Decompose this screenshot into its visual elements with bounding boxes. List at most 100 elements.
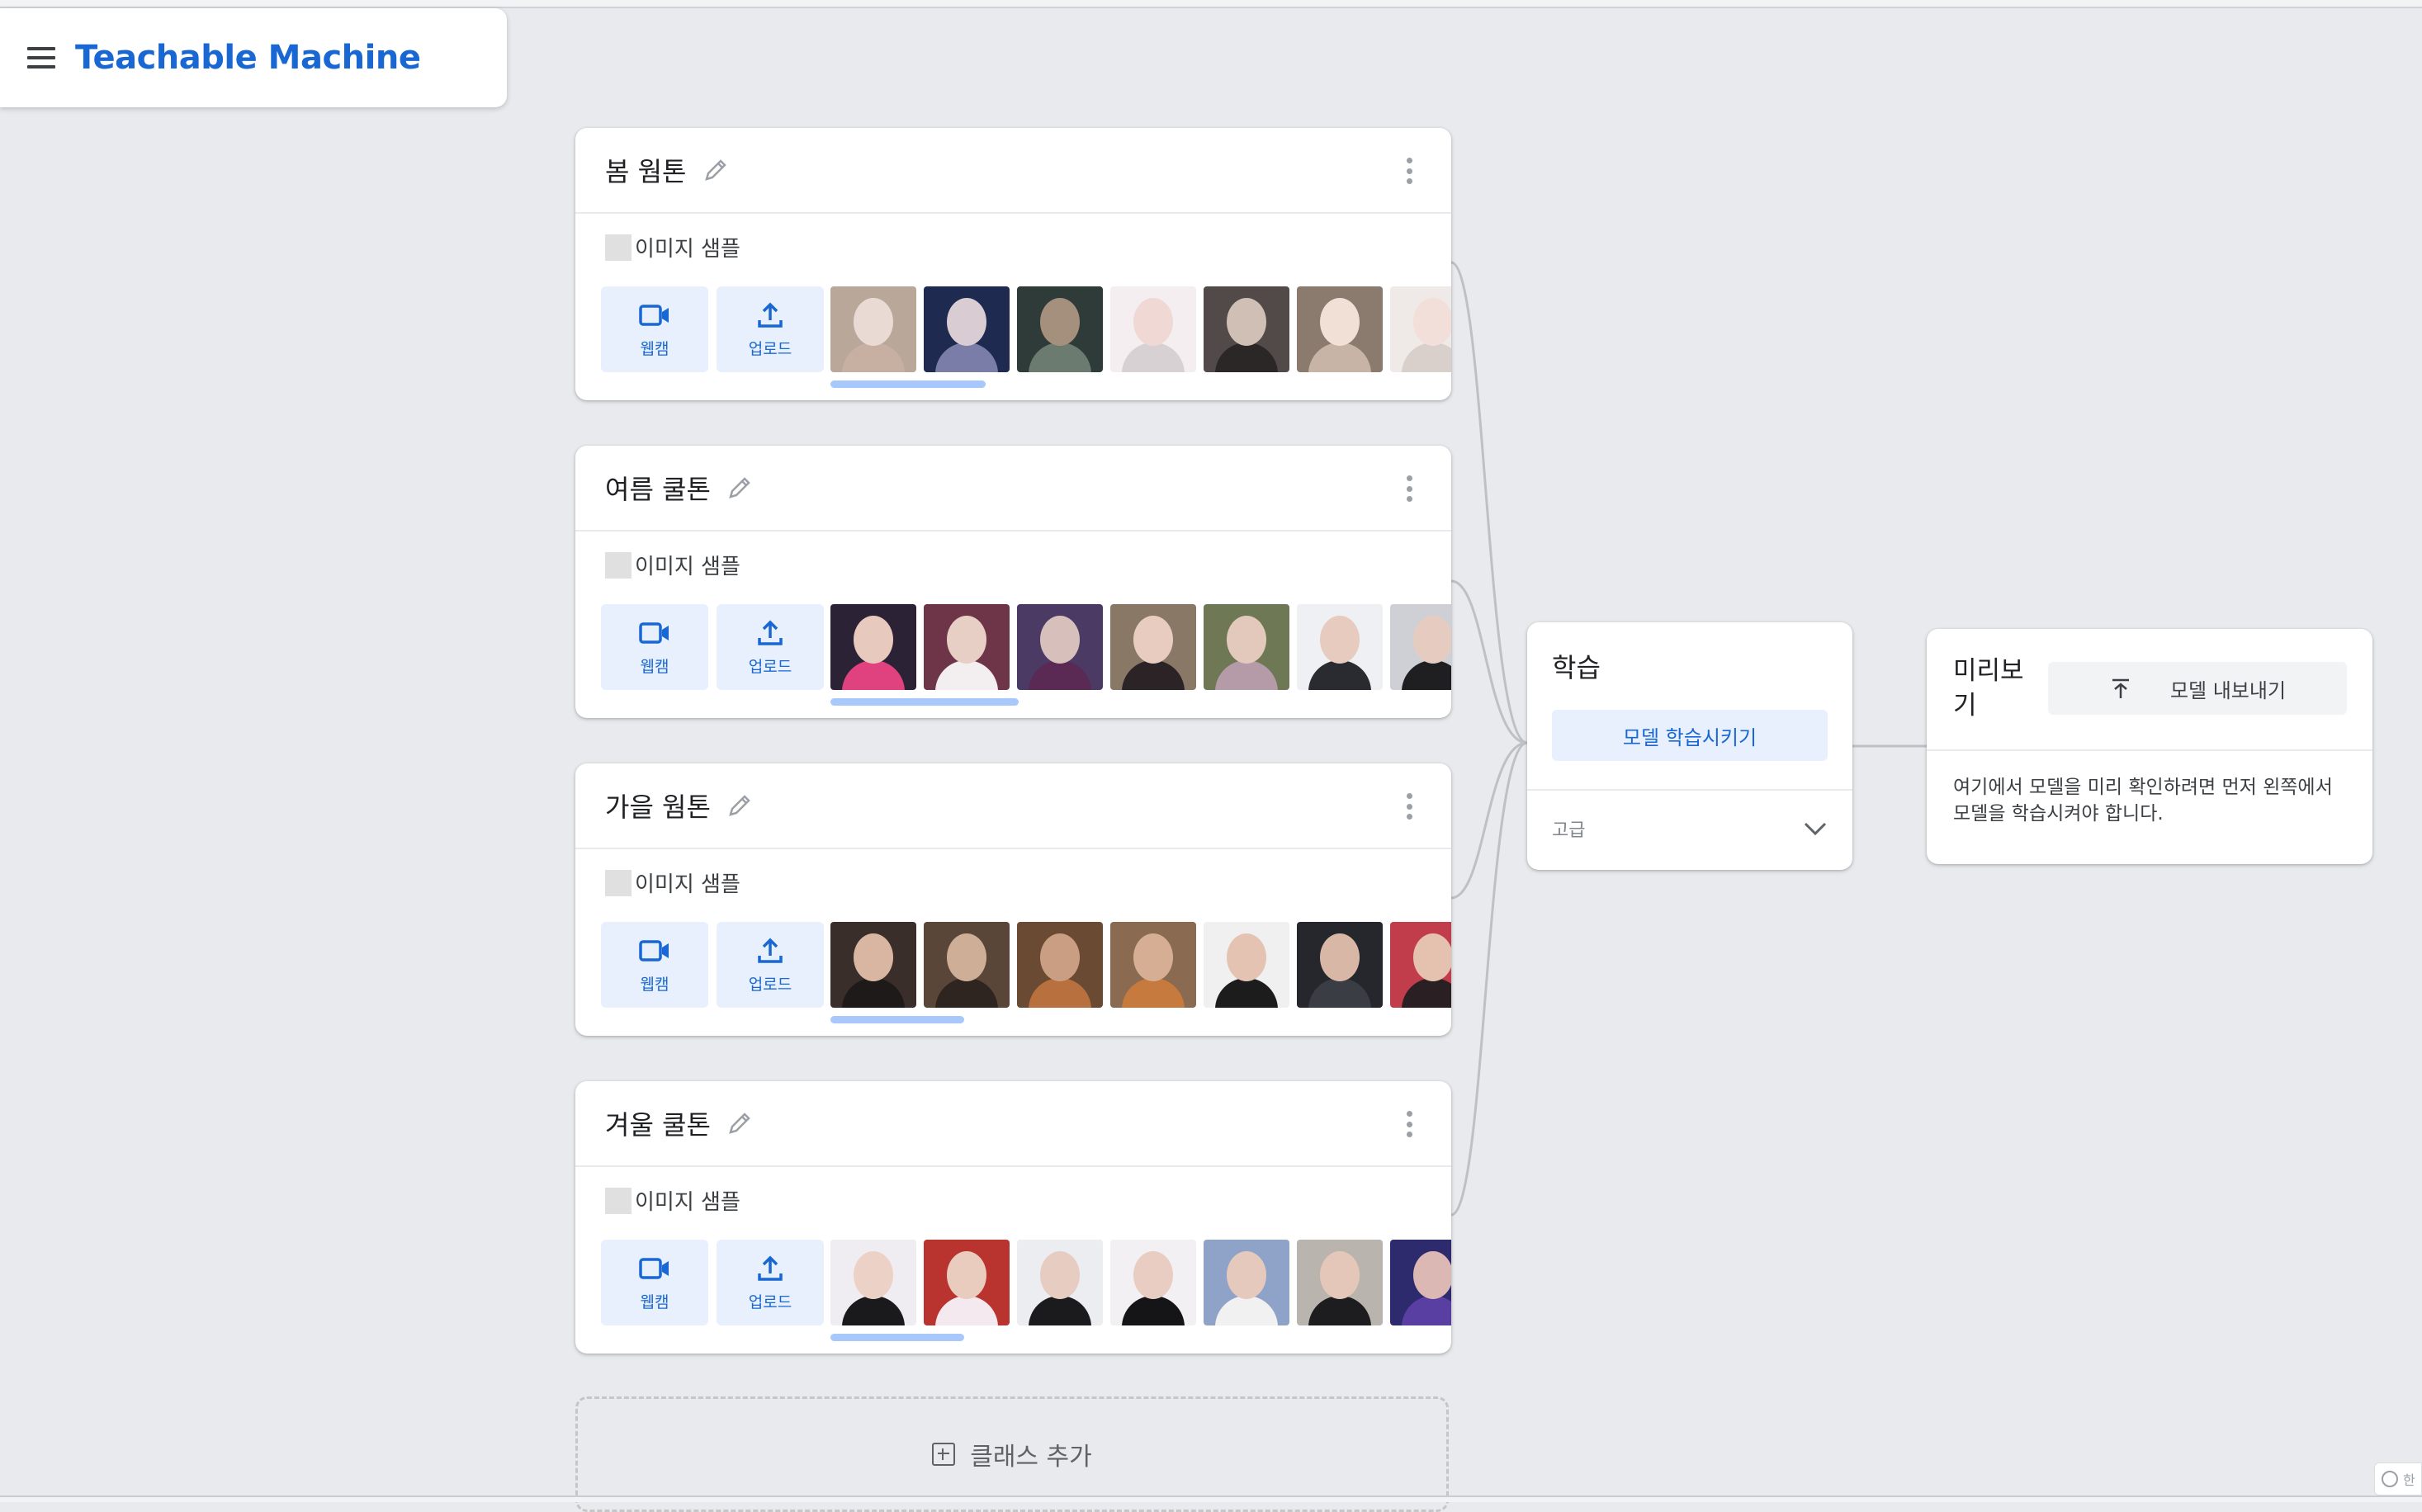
sample-image-thumbnail[interactable] [830, 286, 916, 372]
webcam-label: 웹캠 [640, 1292, 669, 1311]
thumb-shape [1215, 978, 1278, 1008]
upload-button[interactable]: 업로드 [717, 1240, 824, 1325]
sample-image-thumbnail[interactable] [1204, 286, 1289, 372]
upload-icon [758, 938, 783, 963]
class-name[interactable]: 봄 웜톤 [605, 151, 687, 189]
class-name[interactable]: 여름 쿨톤 [605, 469, 711, 507]
sample-image-thumbnail[interactable] [830, 922, 916, 1008]
thumb-shape [854, 933, 893, 981]
sample-image-thumbnail[interactable] [924, 1240, 1010, 1325]
webcam-button[interactable]: 웹캠 [601, 922, 708, 1008]
sample-image-thumbnail[interactable] [1110, 286, 1196, 372]
sample-image-thumbnail[interactable] [1390, 1240, 1451, 1325]
class-name[interactable]: 겨울 쿨톤 [605, 1104, 711, 1142]
class-name[interactable]: 가을 웜톤 [605, 787, 711, 825]
webcam-button[interactable]: 웹캠 [601, 604, 708, 690]
thumb-shape [1040, 616, 1080, 664]
training-title: 학습 [1552, 652, 1601, 683]
more-vert-icon[interactable] [1407, 793, 1415, 820]
videocam-icon [639, 304, 669, 326]
add-class-button[interactable]: 클래스 추가 [575, 1396, 1449, 1512]
image-samples-text: 이미지 샘플 [635, 872, 740, 897]
image-samples-label: 이미지 샘플 [605, 232, 740, 262]
more-vert-icon[interactable] [1407, 1111, 1415, 1137]
thumb-shape [1133, 1251, 1173, 1299]
thumb-shape [1029, 978, 1091, 1008]
sample-image-thumbnail[interactable] [924, 922, 1010, 1008]
thumb-shape [1320, 1251, 1360, 1299]
thumb-shape [1413, 1251, 1451, 1299]
export-model-label: 모델 내보내기 [2169, 678, 2287, 702]
sample-image-thumbnail[interactable] [1297, 922, 1383, 1008]
thumb-shape [935, 660, 998, 690]
webcam-button[interactable]: 웹캠 [601, 286, 708, 372]
sample-image-thumbnail[interactable] [1204, 1240, 1289, 1325]
more-vert-icon[interactable] [1407, 158, 1415, 184]
sample-image-thumbnail[interactable] [1017, 604, 1103, 690]
upload-button[interactable]: 업로드 [717, 922, 824, 1008]
class-card-header: 여름 쿨톤 [575, 446, 1451, 532]
thumb-shape [1040, 298, 1080, 346]
thumb-shape [1227, 298, 1266, 346]
sample-count-placeholder [605, 551, 632, 579]
thumb-shape [842, 660, 905, 690]
thumb-shape [1402, 343, 1451, 372]
sample-image-thumbnail[interactable] [1017, 1240, 1103, 1325]
sample-thumbnail-strip [830, 286, 1451, 372]
class-card: 여름 쿨톤 이미지 샘플 웹캠 업로드 [575, 446, 1451, 718]
thumbnail-scrollbar[interactable] [830, 1334, 964, 1341]
sample-image-thumbnail[interactable] [1390, 286, 1451, 372]
sample-image-thumbnail[interactable] [830, 604, 916, 690]
sample-image-thumbnail[interactable] [1297, 604, 1383, 690]
sample-image-thumbnail[interactable] [1017, 286, 1103, 372]
thumbnail-scrollbar[interactable] [830, 380, 986, 388]
edit-pencil-icon[interactable] [726, 474, 754, 502]
upload-button[interactable]: 업로드 [717, 604, 824, 690]
sample-image-thumbnail[interactable] [924, 286, 1010, 372]
edit-pencil-icon[interactable] [702, 156, 730, 184]
sample-image-thumbnail[interactable] [1110, 1240, 1196, 1325]
thumb-shape [1227, 616, 1266, 664]
webcam-label: 웹캠 [640, 339, 669, 358]
sample-image-thumbnail[interactable] [1017, 922, 1103, 1008]
thumb-shape [1402, 1296, 1451, 1325]
thumb-shape [1308, 660, 1371, 690]
image-samples-label: 이미지 샘플 [605, 1185, 740, 1216]
thumbnail-scrollbar[interactable] [830, 1016, 964, 1023]
sample-image-thumbnail[interactable] [924, 604, 1010, 690]
export-model-button[interactable]: 모델 내보내기 [2048, 662, 2347, 715]
globe-icon [2382, 1471, 2398, 1487]
videocam-icon [639, 1257, 669, 1279]
thumb-shape [842, 343, 905, 372]
sample-thumbnail-strip [830, 922, 1451, 1008]
thumb-shape [842, 1296, 905, 1325]
sample-image-thumbnail[interactable] [1204, 604, 1289, 690]
sample-image-thumbnail[interactable] [830, 1240, 916, 1325]
sample-image-thumbnail[interactable] [1204, 922, 1289, 1008]
webcam-button[interactable]: 웹캠 [601, 1240, 708, 1325]
advanced-label[interactable]: 고급 [1552, 815, 1585, 842]
thumb-shape [1133, 933, 1173, 981]
train-model-button[interactable]: 모델 학습시키기 [1552, 710, 1828, 761]
upload-button[interactable]: 업로드 [717, 286, 824, 372]
sample-image-thumbnail[interactable] [1390, 922, 1451, 1008]
language-badge[interactable]: 한 [2374, 1462, 2422, 1495]
sample-image-thumbnail[interactable] [1110, 922, 1196, 1008]
edit-pencil-icon[interactable] [726, 1109, 754, 1137]
thumbnail-scrollbar[interactable] [830, 698, 1019, 706]
thumb-shape [854, 1251, 893, 1299]
thumb-shape [1402, 660, 1451, 690]
upload-label: 업로드 [748, 975, 792, 994]
preview-message: 여기에서 모델을 미리 확인하려면 먼저 왼쪽에서 모델을 학습시켜야 합니다. [1953, 777, 2333, 825]
edit-pencil-icon[interactable] [726, 791, 754, 820]
sample-image-thumbnail[interactable] [1297, 286, 1383, 372]
sample-count-placeholder [605, 1187, 632, 1214]
thumb-shape [947, 298, 986, 346]
window-bottom-edge [0, 1495, 2422, 1502]
sample-image-thumbnail[interactable] [1390, 604, 1451, 690]
more-vert-icon[interactable] [1407, 475, 1415, 502]
chevron-down-icon[interactable] [1803, 820, 1828, 837]
sample-image-thumbnail[interactable] [1110, 604, 1196, 690]
upload-icon [758, 1255, 783, 1281]
sample-image-thumbnail[interactable] [1297, 1240, 1383, 1325]
